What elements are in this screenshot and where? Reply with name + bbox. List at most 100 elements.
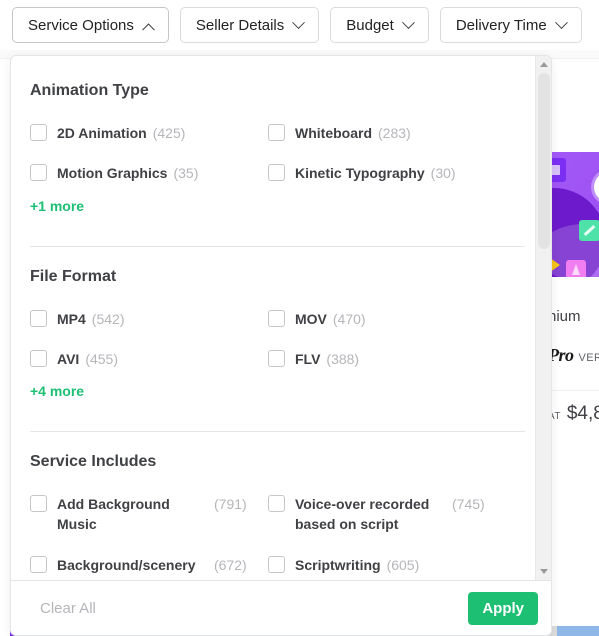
filter-section: File Format MP4 (542) MOV (470) AVI (455) FL… bbox=[30, 245, 525, 418]
filter-option-label: Add Background Music bbox=[57, 496, 170, 533]
thumb-shape-square-pink bbox=[566, 260, 586, 277]
service-options-dropdown-panel: Animation Type 2D Animation (425) Whiteboa… bbox=[10, 55, 552, 636]
filter-option-label: MP4 bbox=[57, 310, 86, 327]
filter-option-label: Whiteboard bbox=[295, 125, 372, 141]
filter-option-label: Voice-over recorded based on script bbox=[295, 496, 430, 533]
filter-option-label: Scriptwriting bbox=[295, 556, 381, 573]
chevron-down-icon bbox=[401, 15, 415, 29]
dropdown-footer: Clear All Apply bbox=[11, 580, 551, 635]
filter-option[interactable]: Voice-over recorded based on script (745… bbox=[268, 488, 525, 549]
filter-option-label: AVI bbox=[57, 350, 80, 367]
filter-button-label: Seller Details bbox=[195, 16, 285, 34]
filter-option-grid: MP4 (542) MOV (470) AVI (455) FLV (388) bbox=[30, 303, 525, 384]
dropdown-scrollbar[interactable] bbox=[535, 56, 551, 580]
filter-option-count: (30) bbox=[430, 165, 456, 182]
filter-option-text: Add Background Music (791) bbox=[57, 494, 247, 535]
filter-option[interactable]: Whiteboard (283) bbox=[268, 117, 525, 157]
filter-option[interactable]: 2D Animation (425) bbox=[30, 117, 268, 157]
scrollbar-thumb[interactable] bbox=[538, 73, 550, 249]
checkbox-icon[interactable] bbox=[30, 349, 47, 367]
scroll-up-arrow-icon[interactable] bbox=[536, 56, 552, 73]
filter-button-seller-details[interactable]: Seller Details bbox=[179, 7, 320, 43]
filter-option-count: (425) bbox=[152, 125, 186, 141]
thumb-shape-square-mint bbox=[579, 220, 599, 241]
filter-section-title: Animation Type bbox=[30, 82, 149, 99]
filter-option[interactable]: MOV (470) bbox=[268, 303, 525, 343]
gig-price-row: AT $4,8 bbox=[548, 390, 599, 425]
gig-thumbnail-image bbox=[548, 152, 599, 277]
filter-option-text: Motion Graphics (35) bbox=[57, 163, 198, 183]
filter-option[interactable]: MP4 (542) bbox=[30, 303, 268, 343]
filter-option-text: Scriptwriting (605) bbox=[295, 555, 419, 575]
show-more-link[interactable]: +4 more bbox=[30, 383, 84, 399]
checkbox-icon[interactable] bbox=[30, 555, 47, 573]
play-button-icon[interactable] bbox=[594, 172, 599, 202]
filter-option[interactable]: Kinetic Typography (30) bbox=[268, 157, 525, 197]
filter-option-count: (470) bbox=[332, 310, 366, 327]
gig-title: nium bbox=[548, 308, 581, 325]
filter-option-label: Motion Graphics bbox=[57, 165, 168, 182]
checkbox-icon[interactable] bbox=[268, 164, 285, 182]
filter-button-budget[interactable]: Budget bbox=[330, 7, 429, 43]
filter-button-delivery-time[interactable]: Delivery Time bbox=[439, 7, 582, 43]
filter-option-text: 2D Animation (425) bbox=[57, 123, 185, 143]
filter-option[interactable]: AVI (455) bbox=[30, 343, 268, 383]
filter-option-count: (605) bbox=[386, 556, 420, 573]
filter-option-text: Whiteboard (283) bbox=[295, 123, 411, 143]
checkbox-icon[interactable] bbox=[268, 555, 285, 573]
checkbox-icon[interactable] bbox=[268, 349, 285, 367]
scrollbar-track[interactable] bbox=[536, 73, 551, 563]
checkbox-icon[interactable] bbox=[30, 164, 47, 182]
scroll-down-arrow-icon[interactable] bbox=[536, 563, 552, 580]
filter-sections: Animation Type 2D Animation (425) Whiteboa… bbox=[11, 56, 543, 580]
filter-button-label: Budget bbox=[346, 16, 394, 34]
filter-option[interactable]: FLV (388) bbox=[268, 343, 525, 383]
filter-section-title: File Format bbox=[30, 267, 117, 285]
filter-option-count: (455) bbox=[85, 350, 118, 367]
filter-option-text: Kinetic Typography (30) bbox=[295, 163, 456, 183]
checkbox-icon[interactable] bbox=[268, 309, 285, 327]
checkbox-icon[interactable] bbox=[268, 124, 285, 141]
checkbox-icon[interactable] bbox=[268, 495, 285, 513]
filter-option-text: Background/scenery included (672) bbox=[57, 555, 247, 580]
filter-option[interactable]: Add Background Music (791) bbox=[30, 488, 268, 549]
verified-label: VERI bbox=[578, 352, 599, 365]
gig-card[interactable]: nium Pro VERI AT $4,8 bbox=[548, 152, 599, 425]
filter-button-label: Service Options bbox=[28, 16, 134, 34]
show-more-link[interactable]: +1 more bbox=[30, 198, 84, 214]
checkbox-icon[interactable] bbox=[30, 495, 47, 513]
filter-button-service-options[interactable]: Service Options bbox=[12, 7, 169, 43]
filter-option[interactable]: Motion Graphics (35) bbox=[30, 157, 268, 197]
filter-section: Service Includes Add Background Music (79… bbox=[30, 431, 525, 580]
filter-option-count: (388) bbox=[326, 350, 360, 367]
filter-option-label: Kinetic Typography bbox=[295, 165, 425, 182]
filter-option-count: (283) bbox=[378, 125, 411, 141]
filter-option[interactable]: Scriptwriting (605) bbox=[268, 549, 525, 580]
chevron-down-icon bbox=[554, 15, 568, 29]
search-results-page: nium Pro VERI AT $4,8 Service Options Se… bbox=[0, 0, 599, 636]
checkbox-icon[interactable] bbox=[30, 309, 47, 327]
apply-button[interactable]: Apply bbox=[468, 591, 538, 625]
checkbox-icon[interactable] bbox=[30, 124, 47, 141]
gig-price: $4,8 bbox=[566, 403, 599, 425]
filter-section-title: Service Includes bbox=[30, 453, 157, 471]
filter-option-count: (35) bbox=[173, 165, 199, 182]
dropdown-scroll-area: Animation Type 2D Animation (425) Whiteboa… bbox=[11, 56, 551, 580]
clear-all-button[interactable]: Clear All bbox=[40, 600, 96, 617]
filter-section: Animation Type 2D Animation (425) Whiteboa… bbox=[30, 82, 525, 232]
filter-option-grid: Add Background Music (791) Voice-over rec… bbox=[30, 488, 525, 580]
filter-button-label: Delivery Time bbox=[455, 16, 547, 34]
filter-option[interactable]: Background/scenery included (672) bbox=[30, 549, 268, 580]
filter-option-count: (745) bbox=[452, 496, 485, 513]
filter-option-text: MOV (470) bbox=[295, 309, 366, 329]
filter-option-text: Voice-over recorded based on script (745… bbox=[295, 494, 485, 535]
filter-option-label: FLV bbox=[295, 350, 321, 367]
filter-option-grid: 2D Animation (425) Whiteboard (283) Motion… bbox=[30, 117, 525, 198]
filter-option-text: AVI (455) bbox=[57, 349, 118, 369]
filter-option-text: MP4 (542) bbox=[57, 309, 124, 329]
filter-option-label: 2D Animation bbox=[57, 125, 147, 141]
filter-option-count: (672) bbox=[214, 556, 247, 573]
filter-option-count: (791) bbox=[214, 496, 247, 513]
gig-seller-badge: Pro VERI bbox=[548, 345, 599, 366]
filter-option-label: MOV bbox=[295, 310, 327, 327]
